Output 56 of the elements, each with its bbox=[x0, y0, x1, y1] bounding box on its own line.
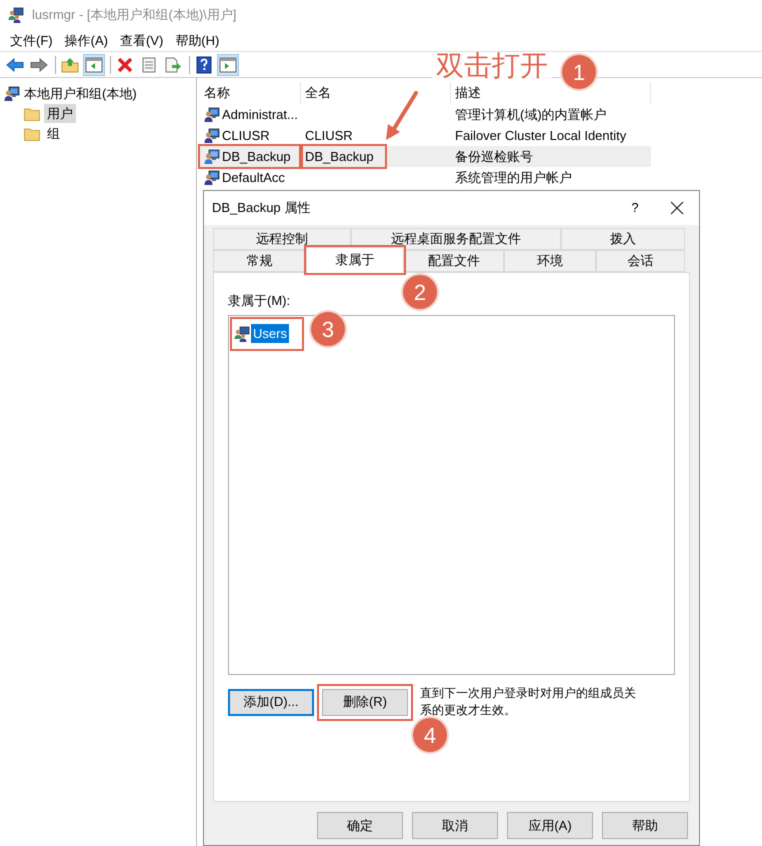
full-name: CLIUSR bbox=[305, 126, 353, 145]
user-icon bbox=[204, 128, 220, 144]
folder-icon bbox=[24, 106, 40, 120]
list-row[interactable]: DefaultAcc 系统管理的用户帐户 bbox=[200, 167, 651, 188]
dialog-tab[interactable]: 常规 bbox=[213, 250, 306, 272]
pane-icon[interactable] bbox=[217, 54, 239, 76]
note-text: 直到下一次用户登录时对用户的组成员关系的更改才生效。 bbox=[420, 684, 637, 718]
dialog-tab[interactable]: 会话 bbox=[596, 250, 685, 272]
window-title: lusrmgr - [本地用户和组(本地)\用户] bbox=[32, 6, 236, 24]
dialog-title: DB_Backup 属性 bbox=[212, 199, 312, 218]
list-row[interactable]: CLIUSR CLIUSR Failover Cluster Local Identity bbox=[200, 125, 651, 146]
user-icon bbox=[204, 170, 220, 186]
column-header[interactable]: 全名 bbox=[301, 82, 451, 104]
dialog-tab[interactable]: 隶属于 bbox=[306, 247, 404, 273]
user-icon bbox=[204, 106, 220, 122]
pointer-arrow bbox=[384, 90, 420, 142]
user-name: CLIUSR bbox=[222, 126, 270, 145]
folder-icon bbox=[24, 126, 40, 140]
user-icon bbox=[4, 86, 20, 102]
user-name: Administrat... bbox=[222, 106, 298, 124]
dialog-button[interactable]: 取消 bbox=[412, 812, 498, 839]
description: 管理计算机(域)的内置帐户 bbox=[454, 106, 607, 124]
dialog-button[interactable]: 应用(A) bbox=[507, 812, 593, 839]
group-icon bbox=[8, 7, 24, 23]
full-name: DB_Backup bbox=[305, 148, 374, 166]
menu-item[interactable]: 操作(A) bbox=[58, 30, 114, 50]
group-item[interactable]: Users bbox=[251, 324, 289, 344]
tree-item[interactable]: 用户 bbox=[44, 104, 76, 124]
menu-item[interactable]: 帮助(H) bbox=[169, 30, 226, 50]
dialog-button[interactable]: 确定 bbox=[317, 812, 403, 839]
help-button[interactable]: ? bbox=[615, 193, 655, 223]
dialog-tab[interactable]: 配置文件 bbox=[404, 250, 504, 272]
step-badge: 1 bbox=[560, 53, 598, 91]
user-name: DB_Backup bbox=[222, 148, 291, 166]
menu-item[interactable]: 文件(F) bbox=[4, 30, 59, 50]
list-row[interactable]: Administrat... 管理计算机(域)的内置帐户 bbox=[200, 104, 651, 125]
dialog-button[interactable]: 帮助 bbox=[602, 812, 688, 839]
field-label: 隶属于(M): bbox=[228, 292, 290, 310]
description: 系统管理的用户帐户 bbox=[454, 168, 572, 187]
dialog-tab[interactable]: 远程控制 bbox=[213, 228, 351, 250]
pane-icon[interactable] bbox=[83, 54, 105, 76]
tree-item[interactable]: 组 bbox=[44, 124, 63, 144]
tree-item[interactable]: 本地用户和组(本地) bbox=[24, 84, 137, 104]
dialog-tab[interactable]: 环境 bbox=[504, 250, 596, 272]
description: 备份巡检账号 bbox=[454, 148, 533, 166]
annotation-label: 双击打开 bbox=[432, 52, 552, 80]
add-button[interactable]: 添加(D)... bbox=[228, 688, 314, 716]
dialog-tab[interactable]: 远程桌面服务配置文件 bbox=[351, 228, 561, 250]
group-icon bbox=[234, 326, 250, 342]
menu-item[interactable]: 查看(V) bbox=[114, 30, 170, 50]
user-name: DefaultAcc bbox=[222, 168, 285, 187]
dialog-tab[interactable]: 拨入 bbox=[561, 228, 685, 250]
user-icon bbox=[204, 148, 220, 164]
column-header[interactable]: 名称 bbox=[200, 82, 301, 104]
description: Failover Cluster Local Identity bbox=[454, 126, 626, 145]
close-icon bbox=[670, 201, 684, 215]
